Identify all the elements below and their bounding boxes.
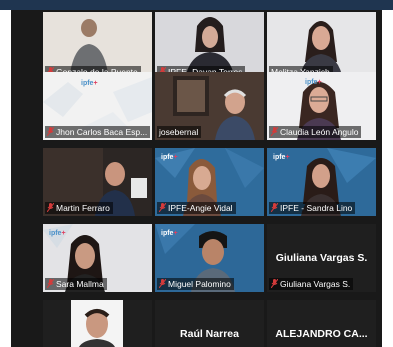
muted-mic-icon	[271, 279, 278, 288]
video-tile-gonzalo[interactable]: Gonzalo de la Puente	[43, 12, 152, 80]
muted-mic-icon	[271, 203, 278, 212]
muted-mic-icon	[47, 203, 54, 212]
right-margin	[382, 10, 393, 347]
window-top-bar	[0, 0, 393, 10]
participant-display-name: Giuliana Vargas S.	[275, 252, 368, 264]
ipfe-logo: ipfe+	[49, 230, 66, 237]
video-tile-sara[interactable]: ipfe+ Sara Mallma	[43, 224, 152, 292]
participant-name: Giuliana Vargas S.	[269, 278, 354, 290]
participant-name: Miguel Palomino	[157, 278, 234, 290]
video-tile-martin[interactable]: Martin Ferraro	[43, 148, 152, 216]
video-tile-unnamed-man[interactable]	[43, 300, 152, 347]
ipfe-logo: ipfe+	[81, 80, 98, 87]
video-tile-jhon[interactable]: ipfe+ Jhon Carlos Baca Esp...	[43, 72, 152, 140]
muted-mic-icon	[47, 279, 54, 288]
video-tile-alejandro[interactable]: ALEJANDRO CA...	[267, 300, 376, 347]
participant-video	[71, 300, 123, 347]
participant-name: Claudia León Angulo	[269, 126, 362, 138]
participant-name: IPFE - Sandra Lino	[269, 202, 356, 214]
video-tile-miguel[interactable]: ipfe+ Miguel Palomino	[155, 224, 264, 292]
participant-name: Martin Ferraro	[45, 202, 113, 214]
muted-mic-icon	[271, 127, 278, 136]
video-tile-giuliana[interactable]: Giuliana Vargas S. Giuliana Vargas S.	[267, 224, 376, 292]
video-tile-melitza[interactable]: Melitza Yanzich	[267, 12, 376, 80]
participant-name: Jhon Carlos Baca Esp...	[45, 126, 151, 138]
participant-display-name: Raúl Narrea	[180, 328, 239, 340]
ipfe-logo: ipfe+	[273, 154, 290, 161]
video-tile-claudia[interactable]: ipfe+ Claudia León Angulo	[267, 72, 376, 140]
participant-name: josebernal	[157, 126, 202, 138]
participant-display-name: ALEJANDRO CA...	[275, 328, 368, 340]
video-tile-josebernal[interactable]: josebernal	[155, 72, 264, 140]
muted-mic-icon	[159, 279, 166, 288]
ipfe-logo: ipfe+	[161, 154, 178, 161]
left-margin	[0, 10, 11, 347]
video-tile-dayan[interactable]: IPFE -Dayan Torres	[155, 12, 264, 80]
muted-mic-icon	[47, 127, 54, 136]
muted-mic-icon	[159, 203, 166, 212]
ipfe-logo: ipfe+	[161, 230, 178, 237]
participant-name: Sara Mallma	[45, 278, 107, 290]
participant-name: IPFE-Angie Vidal	[157, 202, 236, 214]
video-tile-angie[interactable]: ipfe+ IPFE-Angie Vidal	[155, 148, 264, 216]
video-tile-sandra[interactable]: ipfe+ IPFE - Sandra Lino	[267, 148, 376, 216]
ipfe-logo: ipfe+	[305, 79, 322, 86]
video-tile-raul[interactable]: Raúl Narrea	[155, 300, 264, 347]
